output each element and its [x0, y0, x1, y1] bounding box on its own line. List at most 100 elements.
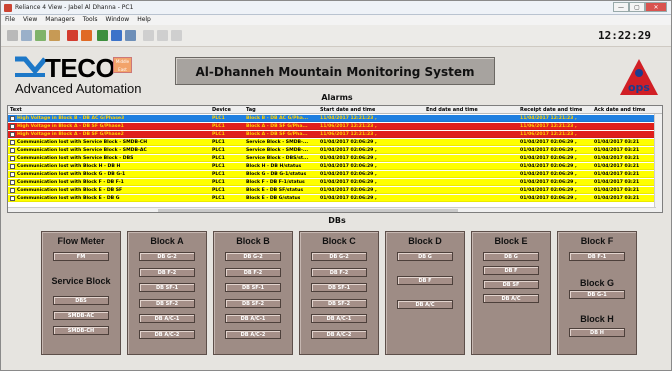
- alarm-cell-receipt: 01/04/2017 02:06:29 ,: [520, 196, 577, 201]
- db-button[interactable]: DB F-2: [311, 267, 367, 277]
- db-button[interactable]: DB A/C: [397, 300, 453, 309]
- close-button[interactable]: ✕: [645, 2, 667, 12]
- brand-name: TECO: [45, 53, 116, 83]
- col-ack[interactable]: Ack date and time: [594, 106, 645, 114]
- new-icon[interactable]: [7, 30, 18, 41]
- alarm-cell-start: 11/06/2017 12:21:23 ,: [320, 124, 377, 129]
- db-button[interactable]: DB G: [483, 252, 539, 261]
- alarm-cell-text: Communication lost with Block F - DB F-1: [17, 180, 124, 185]
- db-block-title: Block A: [150, 236, 184, 246]
- ops-logo: ops: [618, 57, 660, 97]
- alarm-cell-start: 01/04/2017 02:06:29 ,: [320, 180, 377, 185]
- help-icon[interactable]: [171, 30, 182, 41]
- teco-wave-icon: [15, 56, 47, 77]
- db-block: Block A DB G-2 DB F-2 DB SF-1 DB SF-2 DB A/C-…: [127, 231, 207, 355]
- col-start[interactable]: Start date and time: [320, 106, 375, 114]
- db-button[interactable]: DB A/C-2: [139, 329, 195, 339]
- chart-icon[interactable]: [97, 30, 108, 41]
- title-bar: Reliance 4 View - Jabel Al Dhanna - PC1 …: [1, 1, 671, 15]
- db-button[interactable]: DB F: [483, 266, 539, 275]
- db-button[interactable]: DB H: [569, 328, 625, 337]
- db-button[interactable]: DB A/C-2: [225, 329, 281, 339]
- print-icon[interactable]: [125, 30, 136, 41]
- db-button[interactable]: SMDB-CH: [53, 326, 109, 335]
- db-button[interactable]: FM: [53, 252, 109, 261]
- alarm-row[interactable]: Communication lost with Service Block - …: [8, 139, 656, 146]
- alarm-row[interactable]: Communication lost with Block E - DB G PL…: [8, 195, 656, 202]
- menu-help[interactable]: Help: [137, 15, 151, 25]
- alarm-cell-ack: 01/04/2017 03:21: [594, 188, 640, 193]
- alarm-cell-start: 01/04/2017 02:06:29 ,: [320, 196, 377, 201]
- alarm-icon[interactable]: [67, 30, 78, 41]
- db-button[interactable]: DB A/C-1: [139, 314, 195, 323]
- alarm-row[interactable]: Communication lost with Block G - DB G-1…: [8, 171, 656, 178]
- maximize-button[interactable]: ▢: [629, 2, 645, 12]
- db-button[interactable]: DB G-2: [311, 252, 367, 261]
- db-button[interactable]: DB F-1: [569, 252, 625, 261]
- fire-icon[interactable]: [81, 30, 92, 41]
- alarm-row[interactable]: High Voltage in Block A - DB SF G/Phase2…: [8, 131, 656, 138]
- alarm-status-icon: [10, 156, 15, 161]
- db-button[interactable]: DB SF-1: [311, 283, 367, 292]
- user-icon[interactable]: [49, 30, 60, 41]
- tools-icon[interactable]: [157, 30, 168, 41]
- db-button[interactable]: DB F: [397, 276, 453, 285]
- alarm-cell-tag: Block A - DB SF G/Pha...: [246, 124, 308, 129]
- col-tag[interactable]: Tag: [246, 106, 256, 114]
- db-block-title: Block G: [579, 278, 614, 288]
- col-receipt[interactable]: Receipt date and time: [520, 106, 582, 114]
- db-button[interactable]: DB A/C-1: [225, 314, 281, 323]
- db-button[interactable]: DB G-2: [225, 252, 281, 261]
- col-text[interactable]: Text: [10, 106, 22, 114]
- users-icon[interactable]: [35, 30, 46, 41]
- alarm-row[interactable]: Communication lost with Block E - DB SF P…: [8, 187, 656, 194]
- db-button[interactable]: DB F-2: [225, 267, 281, 277]
- menu-view[interactable]: View: [23, 15, 37, 25]
- db-button[interactable]: DB G-1: [569, 290, 625, 299]
- db-button[interactable]: DBS: [53, 296, 109, 305]
- db-button[interactable]: DB SF-2: [311, 298, 367, 308]
- alarm-row[interactable]: High Voltage in Block B - DB AC G/Phase3…: [8, 115, 656, 122]
- alarm-row[interactable]: Communication lost with Block F - DB F-1…: [8, 179, 656, 186]
- alarm-cell-start: 01/04/2017 02:06:29 ,: [320, 164, 377, 169]
- minimize-button[interactable]: —: [613, 2, 629, 12]
- horizontal-scrollbar[interactable]: [8, 207, 656, 212]
- alarm-cell-device: PLC1: [212, 156, 225, 161]
- menu-tools[interactable]: Tools: [83, 15, 98, 25]
- col-end[interactable]: End date and time: [426, 106, 478, 114]
- db-button[interactable]: DB SF-2: [139, 298, 195, 308]
- menu-file[interactable]: File: [5, 15, 15, 25]
- scroll-thumb[interactable]: [158, 209, 458, 212]
- alarm-status-icon: [10, 116, 15, 121]
- db-button[interactable]: DB A/C: [483, 294, 539, 303]
- col-device[interactable]: Device: [212, 106, 231, 114]
- db-button[interactable]: DB G: [397, 252, 453, 261]
- alarm-table[interactable]: Text Device Tag Start date and time End …: [7, 105, 663, 213]
- alarm-row[interactable]: Communication lost with Block H - DB H PL…: [8, 163, 656, 170]
- db-button[interactable]: DB SF: [483, 280, 539, 289]
- alarm-row[interactable]: Communication lost with Service Block - …: [8, 147, 656, 154]
- alarm-cell-ack: 01/04/2017 03:21: [594, 148, 640, 153]
- window-title: Reliance 4 View - Jabel Al Dhanna - PC1: [15, 4, 134, 11]
- alarm-row[interactable]: High Voltage in Block A - DB SF G/Phase1…: [8, 123, 656, 130]
- menu-window[interactable]: Window: [106, 15, 130, 25]
- db-button[interactable]: SMDB-AC: [53, 311, 109, 320]
- menu-managers[interactable]: Managers: [45, 15, 74, 25]
- db-button[interactable]: DB A/C-1: [311, 314, 367, 323]
- db-button[interactable]: DB G-2: [139, 252, 195, 261]
- alarm-cell-receipt: 01/04/2017 02:06:29 ,: [520, 188, 577, 193]
- alarm-cell-text: Communication lost with Service Block - …: [17, 140, 148, 145]
- db-button[interactable]: DB SF-1: [225, 283, 281, 292]
- report-icon[interactable]: [111, 30, 122, 41]
- alarm-cell-tag: Block H - DB H/status: [246, 164, 302, 169]
- alarm-row[interactable]: Communication lost with Service Block - …: [8, 155, 656, 162]
- vertical-scrollbar[interactable]: [654, 114, 662, 212]
- db-button[interactable]: DB F-2: [139, 267, 195, 277]
- open-icon[interactable]: [21, 30, 32, 41]
- edit-icon[interactable]: [143, 30, 154, 41]
- db-button[interactable]: DB SF-1: [139, 283, 195, 292]
- db-button[interactable]: DB SF-2: [225, 298, 281, 308]
- alarm-status-icon: [10, 196, 15, 201]
- db-button[interactable]: DB A/C-2: [311, 329, 367, 339]
- alarm-cell-tag: Block F - DB F-1/status: [246, 180, 305, 185]
